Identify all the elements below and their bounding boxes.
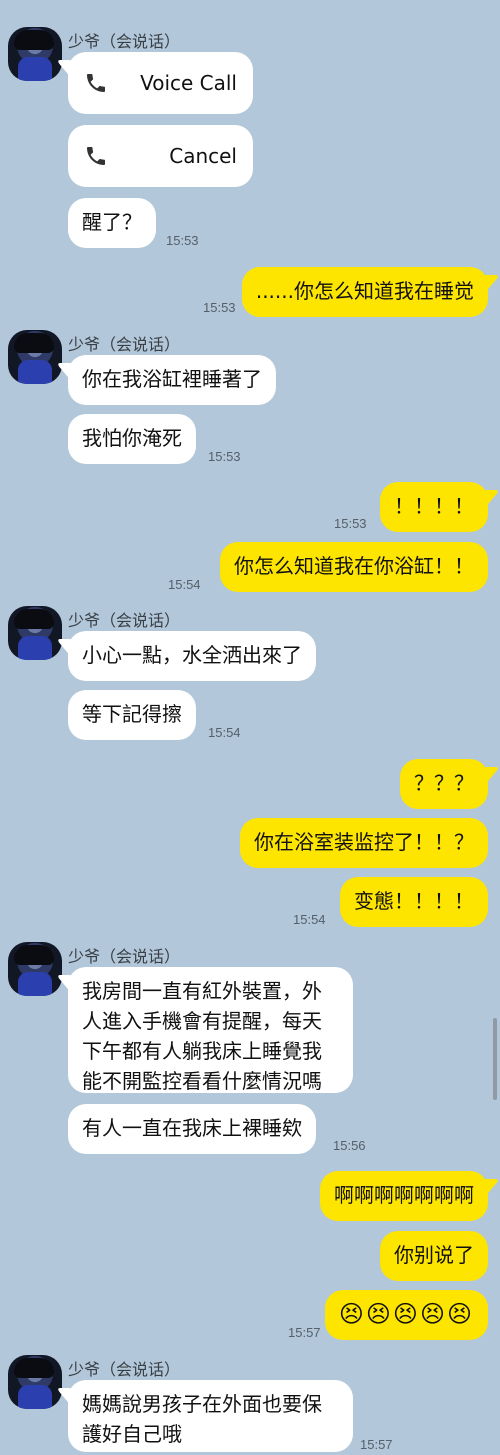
voice-call-bubble[interactable]: Voice Call bbox=[68, 52, 253, 114]
timestamp: 15:54 bbox=[293, 912, 326, 927]
voice-call-label: Voice Call bbox=[140, 71, 237, 95]
avatar[interactable] bbox=[8, 330, 62, 384]
message-bubble[interactable]: 你别说了 bbox=[380, 1231, 488, 1281]
message-bubble[interactable]: 有人一直在我床上裸睡欸 bbox=[68, 1104, 316, 1154]
timestamp: 15:57 bbox=[360, 1437, 393, 1452]
timestamp: 15:57 bbox=[288, 1325, 321, 1340]
sender-name: 少爷（会说话） bbox=[68, 1362, 181, 1379]
timestamp: 15:53 bbox=[203, 300, 236, 315]
message-bubble[interactable]: 我怕你淹死 bbox=[68, 414, 196, 464]
phone-icon bbox=[87, 147, 105, 165]
sender-name: 少爷（会说话） bbox=[68, 34, 181, 51]
scrollbar[interactable] bbox=[493, 1018, 497, 1100]
avatar[interactable] bbox=[8, 606, 62, 660]
sender-name: 少爷（会说话） bbox=[68, 613, 181, 630]
message-bubble[interactable]: 等下記得擦 bbox=[68, 690, 196, 740]
message-bubble[interactable]: ？？？ bbox=[400, 759, 488, 809]
chat-view: 少爷（会说话） Voice Call Cancel 醒了？ 15:53 ....… bbox=[0, 0, 500, 1455]
cancel-call-label: Cancel bbox=[169, 144, 237, 168]
message-bubble[interactable]: 你在我浴缸裡睡著了 bbox=[68, 355, 276, 405]
message-bubble[interactable]: 醒了？ bbox=[68, 198, 156, 248]
message-bubble[interactable]: 😣😣😣😣😣 bbox=[324, 1290, 488, 1340]
timestamp: 15:53 bbox=[166, 233, 199, 248]
message-bubble[interactable]: 小心一點，水全洒出來了 bbox=[68, 631, 316, 681]
timestamp: 15:53 bbox=[208, 449, 241, 464]
phone-icon bbox=[87, 74, 105, 92]
message-bubble[interactable]: 变態！！！！ bbox=[340, 877, 488, 927]
message-bubble[interactable]: ......你怎么知道我在睡觉 bbox=[241, 267, 488, 317]
timestamp: 15:54 bbox=[168, 577, 201, 592]
avatar[interactable] bbox=[8, 942, 62, 996]
avatar[interactable] bbox=[8, 27, 62, 81]
sender-name: 少爷（会说话） bbox=[68, 949, 181, 966]
message-bubble[interactable]: 啊啊啊啊啊啊啊 bbox=[320, 1171, 488, 1221]
avatar[interactable] bbox=[8, 1355, 62, 1409]
message-bubble[interactable]: 你在浴室装监控了！！？ bbox=[240, 818, 488, 868]
timestamp: 15:54 bbox=[208, 725, 241, 740]
timestamp: 15:53 bbox=[334, 516, 367, 531]
message-bubble[interactable]: ！！！！ bbox=[380, 482, 488, 532]
sender-name: 少爷（会说话） bbox=[68, 337, 181, 354]
message-bubble[interactable]: 我房間一直有紅外裝置，外人進入手機會有提醒，每天下午都有人躺我床上睡覺我能不開監… bbox=[68, 967, 353, 1093]
message-bubble[interactable]: 你怎么知道我在你浴缸！！ bbox=[220, 542, 488, 592]
message-bubble[interactable]: 媽媽說男孩子在外面也要保護好自己哦 bbox=[68, 1380, 353, 1452]
cancel-call-bubble[interactable]: Cancel bbox=[68, 125, 253, 187]
timestamp: 15:56 bbox=[333, 1138, 366, 1153]
